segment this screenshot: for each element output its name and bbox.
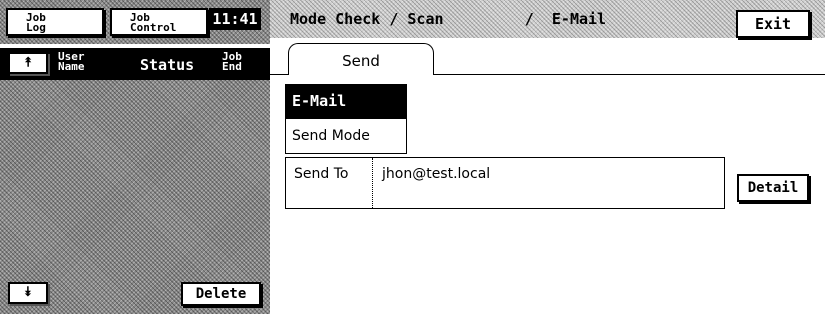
exit-button[interactable]: Exit xyxy=(736,10,810,38)
job-control-tab-line2: Control xyxy=(130,21,177,34)
job-log-tab[interactable]: Job Log xyxy=(6,8,104,36)
column-status: Status xyxy=(140,56,195,74)
send-to-field: Send To jhon@test.local xyxy=(285,157,725,209)
job-list xyxy=(0,80,270,314)
tab-send[interactable]: Send xyxy=(288,43,434,75)
tab-divider xyxy=(434,74,825,75)
job-log-tab-line2: Log xyxy=(26,21,46,34)
job-panel: Job Log Job Control 11:41 ⯭ User Name St… xyxy=(0,0,270,314)
column-user-name: User Name xyxy=(58,51,85,73)
detail-button[interactable]: Detail xyxy=(737,174,809,202)
column-job-end-line2: End xyxy=(222,60,242,73)
send-to-value: jhon@test.local xyxy=(382,166,491,182)
mode-check-panel: Mode Check / Scan / E-Mail Exit Send E-M… xyxy=(270,0,825,314)
scroll-up-icon: ⯭ xyxy=(24,55,32,70)
job-control-tab[interactable]: Job Control xyxy=(110,8,208,36)
mode-list: E-Mail Send Mode xyxy=(285,84,407,154)
scroll-up-button[interactable]: ⯭ xyxy=(8,52,48,74)
column-job-end: Job End xyxy=(222,51,242,73)
column-user-name-line2: Name xyxy=(58,60,85,73)
clock: 11:41 xyxy=(209,8,261,30)
mode-item-send-mode[interactable]: Send Mode xyxy=(286,119,406,153)
scroll-down-icon: ⯯ xyxy=(24,285,32,300)
page-title: Mode Check / Scan / E-Mail xyxy=(290,10,607,28)
delete-button[interactable]: Delete xyxy=(181,282,261,306)
mode-item-email[interactable]: E-Mail xyxy=(286,85,406,119)
tab-divider-left xyxy=(270,74,288,75)
send-to-label: Send To xyxy=(286,158,373,208)
scroll-down-button[interactable]: ⯯ xyxy=(8,282,48,304)
